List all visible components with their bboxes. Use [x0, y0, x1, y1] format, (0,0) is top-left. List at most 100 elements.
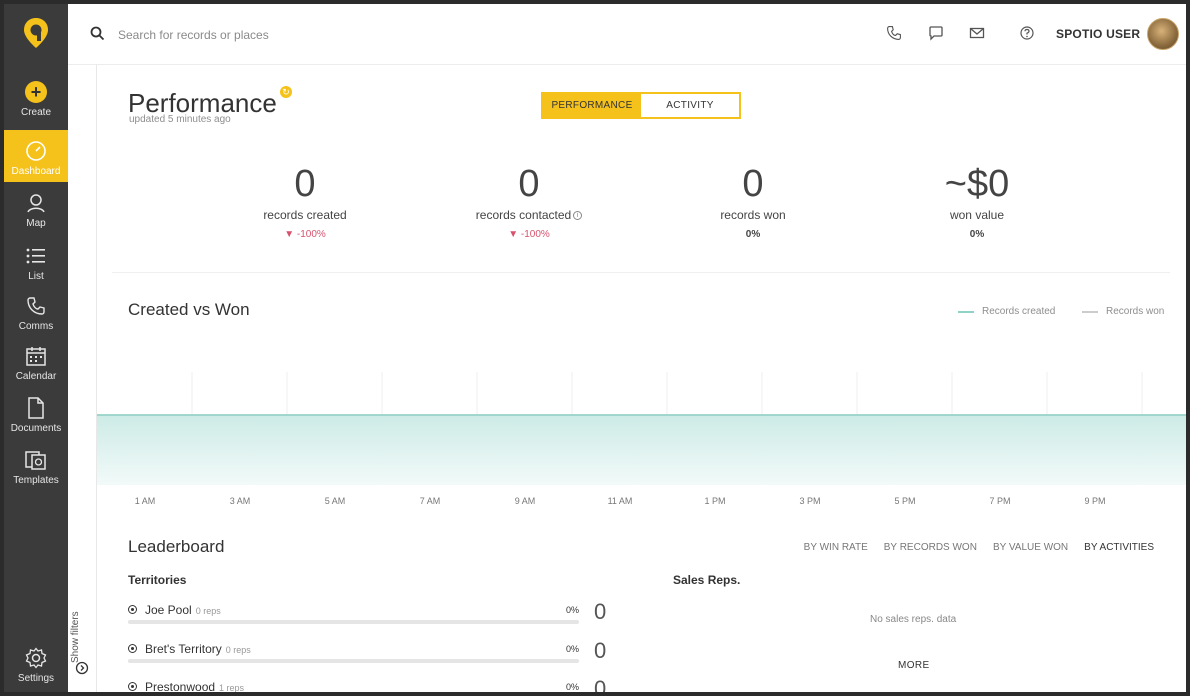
down-arrow-icon: ▼: [508, 229, 519, 240]
calendar-icon: [26, 347, 46, 366]
stat-label: records contacted i: [429, 208, 629, 222]
search-input[interactable]: [118, 24, 518, 46]
territory-name: Bret's Territory 0 reps: [145, 642, 251, 656]
info-icon[interactable]: i: [573, 211, 583, 221]
stat-value: 0: [294, 163, 316, 205]
territory-row[interactable]: Prestonwood 1 reps 0% 0: [128, 676, 648, 692]
sidebar-item-label: List: [28, 271, 44, 282]
sidebar-item-comms[interactable]: Comms: [4, 294, 68, 334]
sidebar-item-map[interactable]: Map: [4, 191, 68, 231]
territory-progress-bar: [128, 659, 579, 663]
territory-name: Prestonwood 1 reps: [145, 680, 244, 692]
templates-icon: [25, 451, 46, 470]
sidebar-item-create[interactable]: + Create: [4, 80, 68, 122]
tab-performance[interactable]: PERFORMANCE: [543, 94, 641, 117]
sidebar-item-list[interactable]: List: [4, 244, 68, 284]
divider: [112, 272, 1170, 273]
series-area-records-created: [97, 415, 1186, 485]
sidebar-item-settings[interactable]: Settings: [4, 646, 68, 686]
sales-reps-title: Sales Reps.: [673, 573, 741, 587]
sidebar-item-label: Templates: [13, 475, 59, 486]
stat-change-value: -100%: [296, 229, 326, 240]
x-tick-label: 3 PM: [799, 496, 820, 506]
stat-change-value: -100%: [520, 229, 550, 240]
territory-row[interactable]: Joe Pool 0 reps 0% 0: [128, 599, 648, 641]
tab-by-activities[interactable]: BY ACTIVITIES: [1084, 542, 1154, 553]
territory-icon: [128, 682, 137, 691]
gauge-icon: [26, 141, 46, 161]
stat-records-created: 0 records created ▼ -100%: [205, 162, 405, 240]
phone-icon: [27, 297, 45, 315]
stat-value: 0: [742, 163, 764, 205]
x-tick-label: 9 PM: [1084, 496, 1105, 506]
legend-label: Records won: [1106, 306, 1165, 317]
logo-icon: [24, 18, 48, 48]
territory-row[interactable]: Bret's Territory 0 reps 0% 0: [128, 638, 648, 680]
territories-title: Territories: [128, 573, 187, 587]
sidebar-item-label: Calendar: [15, 371, 57, 382]
sidebar-item-label: Comms: [18, 321, 54, 332]
stat-records-won: 0 records won 0%: [653, 162, 853, 240]
territory-pct: 0%: [566, 605, 580, 615]
sidebar-item-label: Map: [26, 218, 46, 229]
filter-rail: Show filters: [68, 65, 97, 692]
territory-icon: [128, 644, 137, 653]
tab-activity[interactable]: ACTIVITY: [641, 94, 739, 117]
stat-label: records won: [720, 208, 786, 222]
sidebar-item-templates[interactable]: Templates: [4, 448, 68, 490]
tab-by-records-won[interactable]: BY RECORDS WON: [884, 542, 977, 553]
territory-icon: [128, 605, 137, 614]
filter-circle-icon[interactable]: [75, 661, 89, 675]
app-window: + Create Dashboard Map List Comms Calend…: [4, 4, 1186, 692]
territory-name-text: Prestonwood: [145, 680, 216, 692]
created-vs-won-chart: 1 AM 3 AM 5 AM 7 AM 9 AM 11 AM 1 PM 3 PM 5 PM 7 P…: [97, 372, 1186, 506]
more-button[interactable]: MORE: [898, 660, 930, 671]
stat-value: ~$0: [944, 163, 1010, 205]
down-arrow-icon: ▼: [284, 229, 295, 240]
document-icon: [28, 397, 44, 419]
search-icon[interactable]: [90, 26, 105, 41]
stat-change: ▼ -100%: [429, 229, 629, 240]
tab-by-value-won[interactable]: BY VALUE WON: [993, 542, 1068, 553]
updated-timestamp: updated 5 minutes ago: [129, 114, 231, 125]
legend-swatch: [1082, 310, 1098, 313]
x-tick-label: 3 AM: [230, 496, 251, 506]
stat-won-value: ~$0 won value 0%: [877, 162, 1077, 240]
sidebar-item-label: Create: [20, 107, 51, 118]
show-filters-toggle[interactable]: Show filters: [70, 611, 81, 663]
x-tick-label: 1 AM: [135, 496, 156, 506]
sidebar-item-label: Dashboard: [11, 166, 61, 177]
territory-name-text: Joe Pool: [145, 603, 192, 617]
sidebar-item-documents[interactable]: Documents: [4, 396, 68, 438]
spotio-logo[interactable]: [4, 4, 68, 62]
help-icon[interactable]: [1019, 25, 1035, 41]
x-tick-label: 5 PM: [894, 496, 915, 506]
legend-label: Records created: [982, 306, 1056, 317]
legend-records-won[interactable]: Records won: [1082, 306, 1164, 317]
stat-label: won value: [949, 208, 1005, 222]
mail-icon[interactable]: [969, 25, 985, 41]
stat-change: ▼ -100%: [205, 229, 405, 240]
territory-name-text: Bret's Territory: [145, 642, 222, 656]
leaderboard-title: Leaderboard: [128, 537, 225, 556]
tab-by-win-rate[interactable]: BY WIN RATE: [804, 542, 868, 553]
x-tick-label: 5 AM: [325, 496, 346, 506]
territory-pct: 0%: [566, 644, 580, 654]
phone-icon[interactable]: [886, 25, 902, 41]
sidebar-item-calendar[interactable]: Calendar: [4, 344, 68, 386]
user-name[interactable]: SPOTIO USER: [1056, 27, 1140, 41]
sidebar: + Create Dashboard Map List Comms Calend…: [4, 4, 68, 692]
stat-label-text: records contacted: [475, 208, 572, 222]
leaderboard-tabs: BY WIN RATE BY RECORDS WON BY VALUE WON …: [804, 542, 1154, 553]
plus-icon: +: [25, 81, 47, 103]
x-tick-label: 11 AM: [608, 496, 633, 506]
sidebar-item-dashboard[interactable]: Dashboard: [4, 130, 68, 182]
stat-change: 0%: [745, 229, 761, 240]
territory-progress-bar: [128, 620, 579, 624]
x-tick-label: 1 PM: [704, 496, 725, 506]
x-tick-label: 7 PM: [989, 496, 1010, 506]
refresh-icon[interactable]: ↻: [280, 86, 292, 98]
avatar[interactable]: [1147, 18, 1179, 50]
chat-icon[interactable]: [928, 25, 944, 41]
legend-records-created[interactable]: Records created: [958, 306, 1055, 317]
